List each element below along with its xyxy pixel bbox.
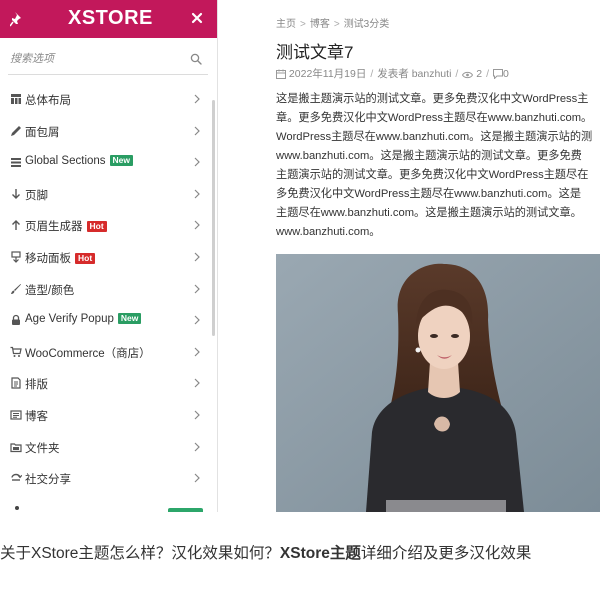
menu-item-social-sharing[interactable]: 社交分享 xyxy=(0,463,210,495)
breadcrumb-home[interactable]: 主页 xyxy=(276,19,296,30)
article-caption: 关于XStore主题怎么样？汉化效果如何？XStore主题详细介绍及更多汉化效果 xyxy=(0,541,600,563)
chevron-right-icon xyxy=(194,94,200,104)
post-body-line: 章。更多免费汉化中文WordPress主题尽在www.banzhuti.com。 xyxy=(276,112,593,124)
pen-icon xyxy=(11,125,21,136)
post-date: 2022年11月19日 xyxy=(288,68,367,80)
post-body-line: WordPress主题尽在www.banzhuti.com。这是搬主题演示站的测 xyxy=(276,131,593,143)
menu-item-label: 造型/颜色 xyxy=(25,284,75,297)
menu-item-label: 社交分享 xyxy=(25,474,71,487)
new-badge: New xyxy=(117,313,142,325)
menu-item-styling[interactable]: 造型/颜色 xyxy=(0,274,210,306)
menu-item-label: 页眉生成器 xyxy=(25,221,83,234)
menu-item-label: 博客 xyxy=(25,410,48,423)
caption-text-end: 详细介绍及更多汉化效果 xyxy=(360,545,532,562)
breadcrumb-category[interactable]: 测试3分类 xyxy=(344,19,390,30)
post-meta: 2022年11月19日 / 发表者 banzhuti/ 2/ 0 xyxy=(276,66,509,81)
chevron-right-icon xyxy=(194,220,200,230)
post-body-line: 主题演示站的测试文章。更多免费汉化中文WordPress主题尽在 xyxy=(276,169,589,181)
menu-item-general-layout[interactable]: 总体布局 xyxy=(0,84,210,116)
chevron-right-icon xyxy=(194,126,200,136)
menu-item-label: Global Sections xyxy=(25,155,106,168)
featured-image xyxy=(276,254,600,512)
typography-icon xyxy=(11,377,21,389)
breadcrumb-separator: > xyxy=(300,19,306,30)
menu-item-typography[interactable]: 排版 xyxy=(0,368,210,400)
lock-icon xyxy=(12,315,20,326)
menu-item-footer[interactable]: 页脚 xyxy=(0,179,210,211)
post-body-line: 多免费汉化中文WordPress主题尽在www.banzhuti.com。这是 xyxy=(276,188,582,200)
chevron-right-icon xyxy=(194,189,200,199)
brush-icon xyxy=(11,283,21,294)
menu-item-label: WooCommerce（商店） xyxy=(25,347,151,360)
layout-grid-icon xyxy=(11,94,21,104)
publish-button-edge[interactable] xyxy=(168,508,203,512)
chevron-right-icon xyxy=(194,410,200,420)
chevron-right-icon xyxy=(194,442,200,451)
mobile-panel-icon xyxy=(11,251,21,263)
site-preview: 主页 > 博客 > 测试3分类 测试文章7 2022年11月19日 / 发表者 banzhu… xyxy=(218,0,600,512)
customizer-menu: 总体布局 面包屑 Global Sections New 页脚 页眉生成器 Ho… xyxy=(0,84,210,495)
menu-item-header-builder[interactable]: 页眉生成器 Hot xyxy=(0,210,210,242)
pin-icon[interactable] xyxy=(10,11,24,27)
menu-item-label: 面包屑 xyxy=(25,126,60,139)
more-indicator xyxy=(15,506,19,510)
menu-item-label: Age Verify Popup xyxy=(25,313,114,326)
breadcrumb: 主页 > 博客 > 测试3分类 xyxy=(276,15,389,30)
view-count: 2 xyxy=(476,68,483,80)
chevron-right-icon xyxy=(194,252,200,262)
menu-item-label: 文件夹 xyxy=(25,442,60,455)
menu-item-mobile-panel[interactable]: 移动面板 Hot xyxy=(0,242,210,274)
cart-icon xyxy=(10,346,22,357)
share-icon xyxy=(11,473,22,481)
post-body-line: 这是搬主题演示站的测试文章。更多免费汉化中文WordPress主 xyxy=(276,93,589,105)
menu-item-label: 页脚 xyxy=(25,189,48,202)
blog-icon xyxy=(10,410,22,420)
chevron-right-icon xyxy=(194,473,200,483)
panel-scrollbar[interactable] xyxy=(212,100,215,336)
menu-item-portfolio[interactable]: 文件夹 xyxy=(0,432,210,464)
menu-item-label: 移动面板 xyxy=(25,252,71,265)
search-box xyxy=(8,46,208,75)
post-body-line: 主题尽在www.banzhuti.com。这是搬主题演示站的测试文章。 xyxy=(276,207,582,219)
menu-item-global-sections[interactable]: Global Sections New xyxy=(0,147,210,179)
search-icon[interactable] xyxy=(190,53,202,65)
menu-item-breadcrumbs[interactable]: 面包屑 xyxy=(0,116,210,148)
hot-badge: Hot xyxy=(75,252,96,264)
caption-bold: XStore主题 xyxy=(279,545,361,562)
sections-icon xyxy=(11,158,21,168)
arrow-up-icon xyxy=(12,220,20,231)
menu-item-label: 排版 xyxy=(25,379,48,392)
search-input[interactable] xyxy=(8,46,180,72)
breadcrumb-separator: > xyxy=(333,19,340,30)
menu-item-age-verify-popup[interactable]: Age Verify Popup New xyxy=(0,305,210,337)
post-body-line: www.banzhuti.com。这是搬主题演示站的测试文章。更多免费 xyxy=(276,150,582,162)
caption-text: 关于XStore主题怎么样？汉化效果如何？ xyxy=(0,545,280,562)
post-body-line: www.banzhuti.com。 xyxy=(276,226,381,238)
arrow-down-icon xyxy=(12,188,20,199)
calendar-icon xyxy=(276,69,286,79)
chevron-right-icon xyxy=(194,284,200,293)
chevron-right-icon xyxy=(194,378,200,388)
hot-badge: Hot xyxy=(86,221,107,233)
post-author[interactable]: banzhuti xyxy=(412,68,452,80)
panel-header: XSTORE xyxy=(0,0,217,38)
author-prefix: 发表者 xyxy=(377,68,409,80)
folder-icon xyxy=(10,442,22,452)
post-title: 测试文章7 xyxy=(276,43,354,62)
comment-icon xyxy=(493,69,504,80)
new-badge: New xyxy=(109,155,134,167)
close-icon[interactable] xyxy=(190,11,204,25)
menu-item-blog[interactable]: 博客 xyxy=(0,400,210,432)
breadcrumb-blog[interactable]: 博客 xyxy=(310,19,330,30)
brand-logo: XSTORE xyxy=(68,7,153,29)
comment-count[interactable]: 0 xyxy=(503,68,509,80)
chevron-right-icon xyxy=(194,157,200,167)
menu-item-woocommerce[interactable]: WooCommerce（商店） xyxy=(0,337,210,369)
chevron-right-icon xyxy=(194,315,200,325)
customizer-panel: XSTORE 总体布局 面包屑 xyxy=(0,0,218,512)
menu-item-label: 总体布局 xyxy=(25,95,71,107)
eye-icon xyxy=(462,71,474,79)
post-body: 这是搬主题演示站的测试文章。更多免费汉化中文WordPress主 章。更多免费汉… xyxy=(276,90,600,242)
chevron-right-icon xyxy=(194,347,200,357)
